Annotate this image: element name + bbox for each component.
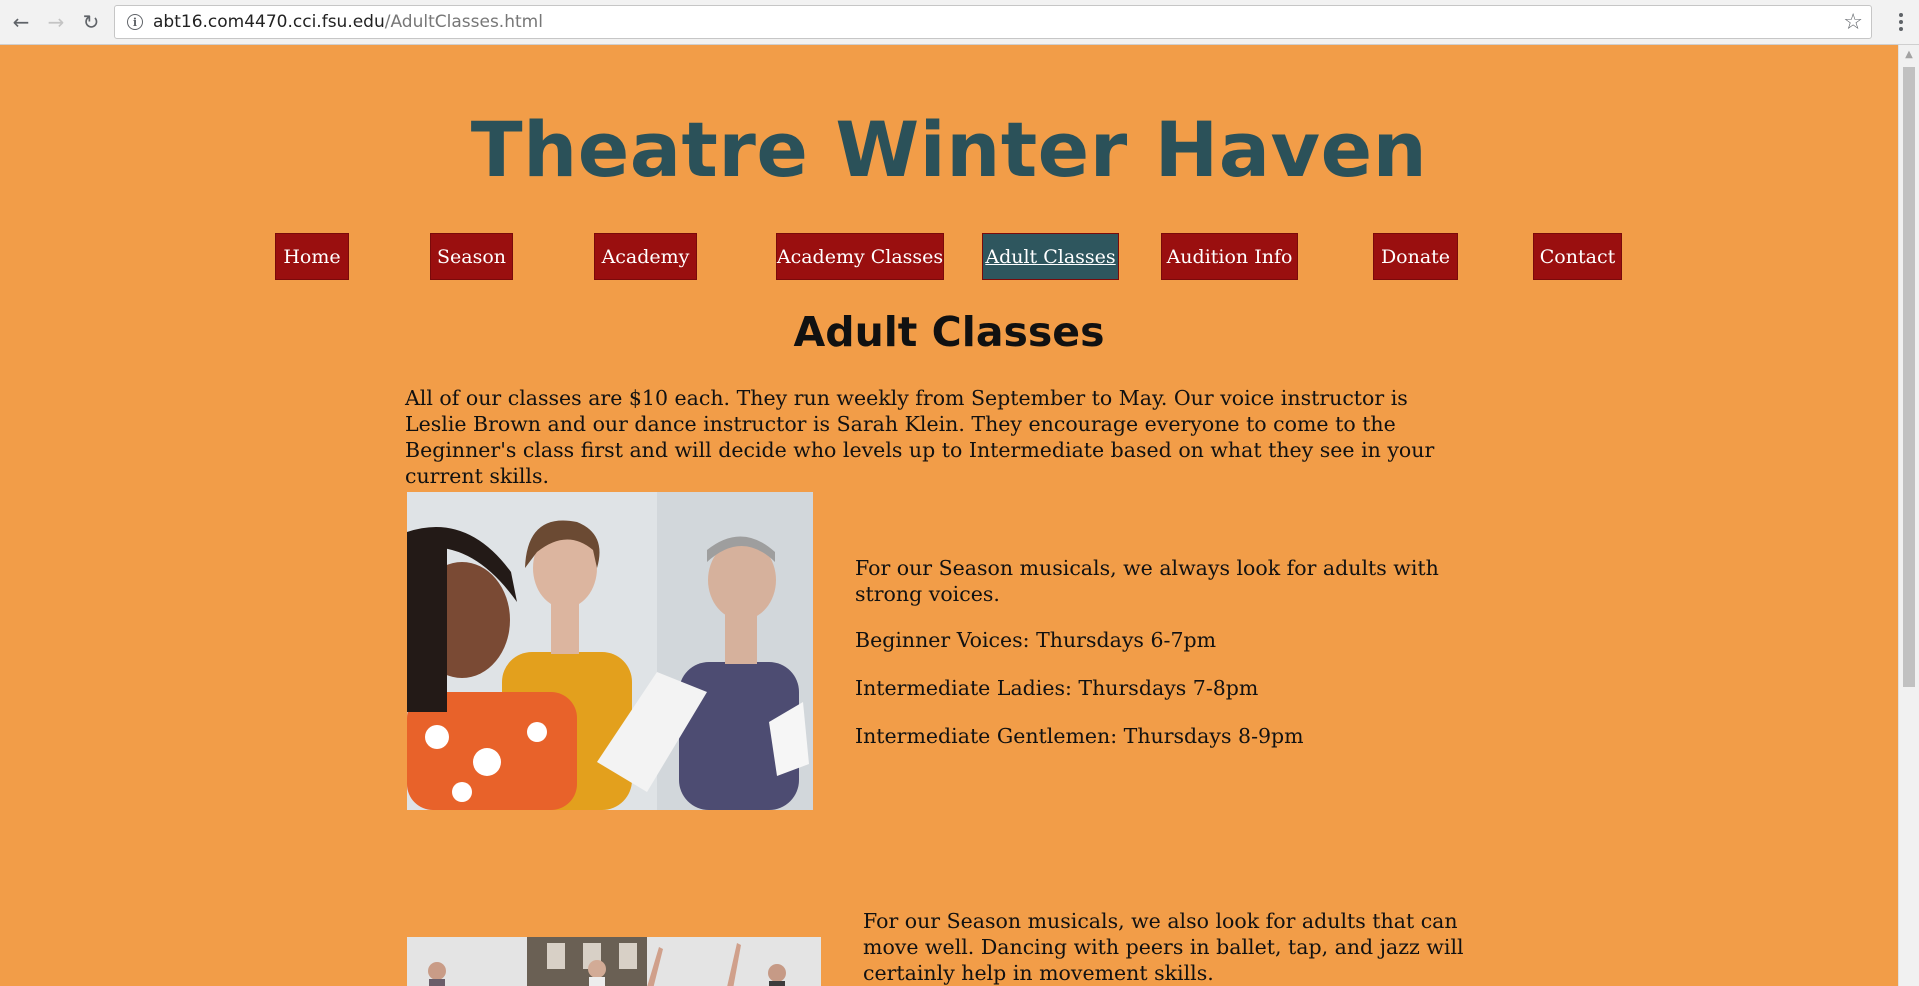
- address-bar[interactable]: i abt16.com4470.cci.fsu.edu/AdultClasses…: [114, 5, 1872, 39]
- intro-paragraph: All of our classes are $10 each. They ru…: [405, 386, 1435, 488]
- nav-audition-info[interactable]: Audition Info: [1161, 233, 1298, 280]
- nav-adult-classes[interactable]: Adult Classes: [982, 233, 1119, 280]
- page-scrollbar[interactable]: ▲: [1898, 45, 1919, 986]
- site-title: Theatre Winter Haven: [470, 105, 1428, 194]
- reload-icon[interactable]: ↻: [78, 9, 104, 35]
- page-content: Theatre Winter Haven Home Season Academy…: [0, 45, 1898, 986]
- voice-class-item: Intermediate Ladies: Thursdays 7-8pm: [855, 676, 1259, 700]
- voice-class-item: Beginner Voices: Thursdays 6-7pm: [855, 628, 1217, 652]
- dancers-illustration: [407, 937, 821, 986]
- voice-description: For our Season musicals, we always look …: [855, 556, 1439, 606]
- nav-home[interactable]: Home: [275, 233, 349, 280]
- singers-illustration: [407, 492, 813, 810]
- nav-academy-classes[interactable]: Academy Classes: [776, 233, 944, 280]
- browser-menu-icon[interactable]: [1891, 9, 1911, 35]
- nav-contact[interactable]: Contact: [1533, 233, 1622, 280]
- page-heading: Adult Classes: [793, 308, 1105, 356]
- info-icon[interactable]: i: [127, 14, 143, 30]
- voice-class-item: Intermediate Gentlemen: Thursdays 8-9pm: [855, 724, 1304, 748]
- bookmark-star-icon[interactable]: ☆: [1843, 10, 1863, 35]
- scroll-up-arrow-icon[interactable]: ▲: [1899, 49, 1919, 60]
- url-path: /AdultClasses.html: [384, 12, 543, 32]
- dance-class-photo: [407, 937, 821, 986]
- dance-description: For our Season musicals, we also look fo…: [863, 909, 1464, 985]
- voice-class-photo: [407, 492, 813, 810]
- url-host: abt16.com4470.cci.fsu.edu: [153, 12, 385, 32]
- nav-academy[interactable]: Academy: [594, 233, 697, 280]
- forward-arrow-icon[interactable]: →: [43, 9, 69, 35]
- nav-donate[interactable]: Donate: [1373, 233, 1458, 280]
- scrollbar-thumb[interactable]: [1903, 67, 1915, 687]
- browser-toolbar: ← → ↻ i abt16.com4470.cci.fsu.edu/AdultC…: [0, 0, 1919, 45]
- nav-season[interactable]: Season: [430, 233, 513, 280]
- back-arrow-icon[interactable]: ←: [8, 9, 34, 35]
